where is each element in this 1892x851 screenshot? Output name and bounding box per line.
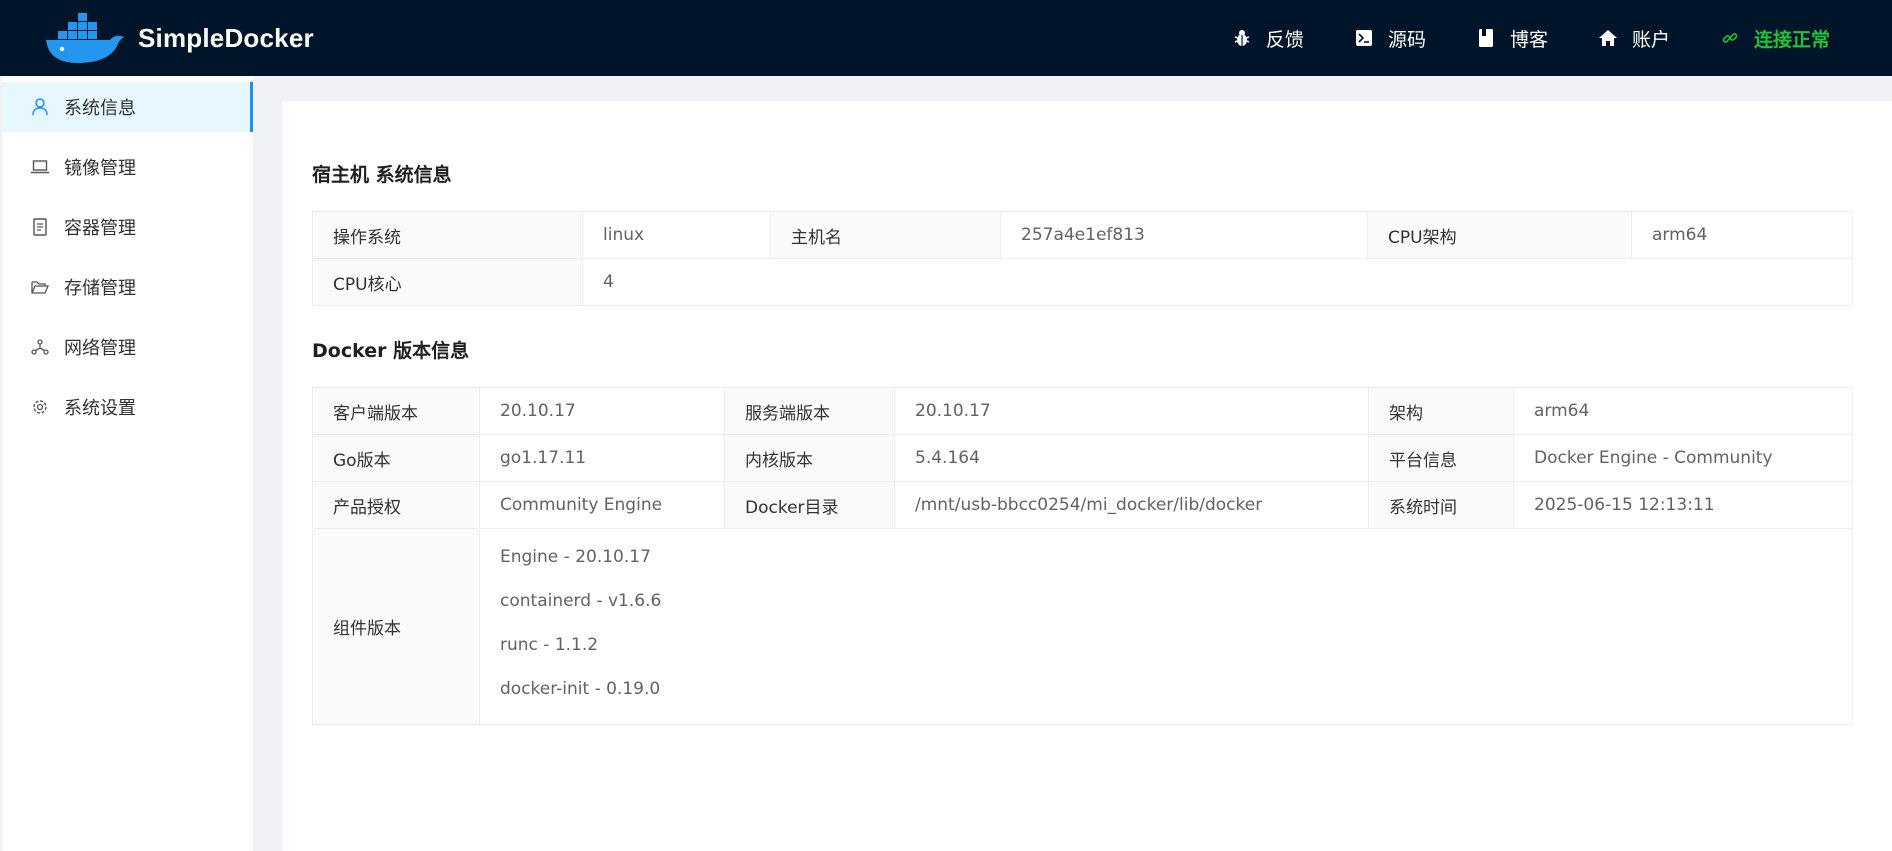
license-value: Community Engine [479, 481, 725, 529]
sidebar-item-network[interactable]: 网络管理 [2, 322, 253, 372]
folder-open-icon [30, 277, 50, 297]
system-time-label: 系统时间 [1368, 481, 1514, 529]
docker-arch-label: 架构 [1368, 387, 1514, 435]
cpu-arch-value: arm64 [1631, 211, 1853, 259]
nav-feedback-label: 反馈 [1265, 28, 1304, 51]
table-row: 操作系统 linux 主机名 257a4e1ef813 CPU架构 arm64 [312, 211, 1853, 259]
cpu-cores-value: 4 [582, 258, 1853, 306]
server-version-value: 20.10.17 [894, 387, 1369, 435]
nav-blog-label: 博客 [1509, 28, 1548, 51]
sidebar-item-images[interactable]: 镜像管理 [2, 142, 253, 192]
sidebar-item-label: 系统信息 [64, 98, 136, 119]
home-icon [1598, 28, 1618, 48]
nav-account-label: 账户 [1631, 28, 1670, 51]
nav-account[interactable]: 账户 [1598, 25, 1670, 52]
sidebar-item-containers[interactable]: 容器管理 [2, 202, 253, 252]
table-row: Go版本 go1.17.11 内核版本 5.4.164 平台信息 Docker … [312, 434, 1853, 482]
sidebar-item-label: 网络管理 [64, 338, 136, 359]
gear-icon [30, 397, 50, 417]
sidebar: 系统信息 镜像管理 容器管理 存储管理 网络管理 系统设置 [2, 76, 253, 851]
sidebar-item-system-info[interactable]: 系统信息 [2, 82, 253, 132]
top-nav: 反馈 源码 博客 账户 连接正常 [1182, 0, 1830, 76]
system-time-value: 2025-06-15 12:13:11 [1513, 481, 1853, 529]
cpu-arch-label: CPU架构 [1367, 211, 1632, 259]
link-icon [1720, 28, 1740, 48]
app-title: SimpleDocker [138, 22, 314, 53]
kernel-version-label: 内核版本 [724, 434, 895, 482]
nav-feedback[interactable]: 反馈 [1232, 25, 1304, 52]
components-value: Engine - 20.10.17 containerd - v1.6.6 ru… [479, 528, 1853, 725]
os-label: 操作系统 [312, 211, 583, 259]
hostname-label: 主机名 [770, 211, 1001, 259]
go-version-value: go1.17.11 [479, 434, 725, 482]
docker-dir-value: /mnt/usb-bbcc0254/mi_docker/lib/docker [894, 481, 1369, 529]
docker-whale-icon [46, 13, 124, 63]
server-version-label: 服务端版本 [724, 387, 895, 435]
sidebar-item-label: 存储管理 [64, 278, 136, 299]
component-item: runc - 1.1.2 [500, 634, 599, 655]
hostname-value: 257a4e1ef813 [1000, 211, 1368, 259]
sidebar-item-label: 系统设置 [64, 398, 136, 419]
nav-source-label: 源码 [1387, 28, 1426, 51]
client-version-label: 客户端版本 [312, 387, 480, 435]
laptop-icon [30, 157, 50, 177]
connection-status-label: 连接正常 [1753, 28, 1830, 51]
platform-value: Docker Engine - Community [1513, 434, 1853, 482]
components-label: 组件版本 [312, 528, 480, 725]
nav-blog[interactable]: 博客 [1476, 25, 1548, 52]
kernel-version-value: 5.4.164 [894, 434, 1369, 482]
sidebar-item-label: 镜像管理 [64, 158, 136, 179]
go-version-label: Go版本 [312, 434, 480, 482]
app-logo[interactable]: SimpleDocker [44, 13, 314, 63]
os-value: linux [582, 211, 771, 259]
table-row: 客户端版本 20.10.17 服务端版本 20.10.17 架构 arm64 [312, 387, 1853, 435]
user-icon [30, 97, 50, 117]
license-label: 产品授权 [312, 481, 480, 529]
book-icon [1476, 28, 1496, 48]
sidebar-item-settings[interactable]: 系统设置 [2, 382, 253, 432]
sidebar-item-storage[interactable]: 存储管理 [2, 262, 253, 312]
terminal-icon [1354, 28, 1374, 48]
docker-arch-value: arm64 [1513, 387, 1853, 435]
main-content: 宿主机 系统信息 操作系统 linux 主机名 257a4e1ef813 CPU… [282, 101, 1892, 851]
component-item: docker-init - 0.19.0 [500, 678, 661, 699]
connection-status[interactable]: 连接正常 [1720, 25, 1830, 52]
table-row: 产品授权 Community Engine Docker目录 /mnt/usb-… [312, 481, 1853, 529]
component-item: Engine - 20.10.17 [500, 546, 651, 567]
client-version-value: 20.10.17 [479, 387, 725, 435]
platform-label: 平台信息 [1368, 434, 1514, 482]
docker-dir-label: Docker目录 [724, 481, 895, 529]
host-info-table: 操作系统 linux 主机名 257a4e1ef813 CPU架构 arm64 … [312, 211, 1853, 306]
component-item: containerd - v1.6.6 [500, 590, 662, 611]
nav-source[interactable]: 源码 [1354, 25, 1426, 52]
container-icon [30, 217, 50, 237]
table-row: 组件版本 Engine - 20.10.17 containerd - v1.6… [312, 528, 1853, 725]
table-row: CPU核心 4 [312, 258, 1853, 306]
top-header: SimpleDocker 反馈 源码 博客 账户 连接正常 [0, 0, 1892, 76]
bug-icon [1232, 28, 1252, 48]
docker-section-title: Docker 版本信息 [312, 340, 470, 362]
cpu-cores-label: CPU核心 [312, 258, 583, 306]
host-section-title: 宿主机 系统信息 [312, 164, 452, 186]
network-icon [30, 337, 50, 357]
sidebar-item-label: 容器管理 [64, 218, 136, 239]
docker-info-table: 客户端版本 20.10.17 服务端版本 20.10.17 架构 arm64 G… [312, 387, 1853, 725]
